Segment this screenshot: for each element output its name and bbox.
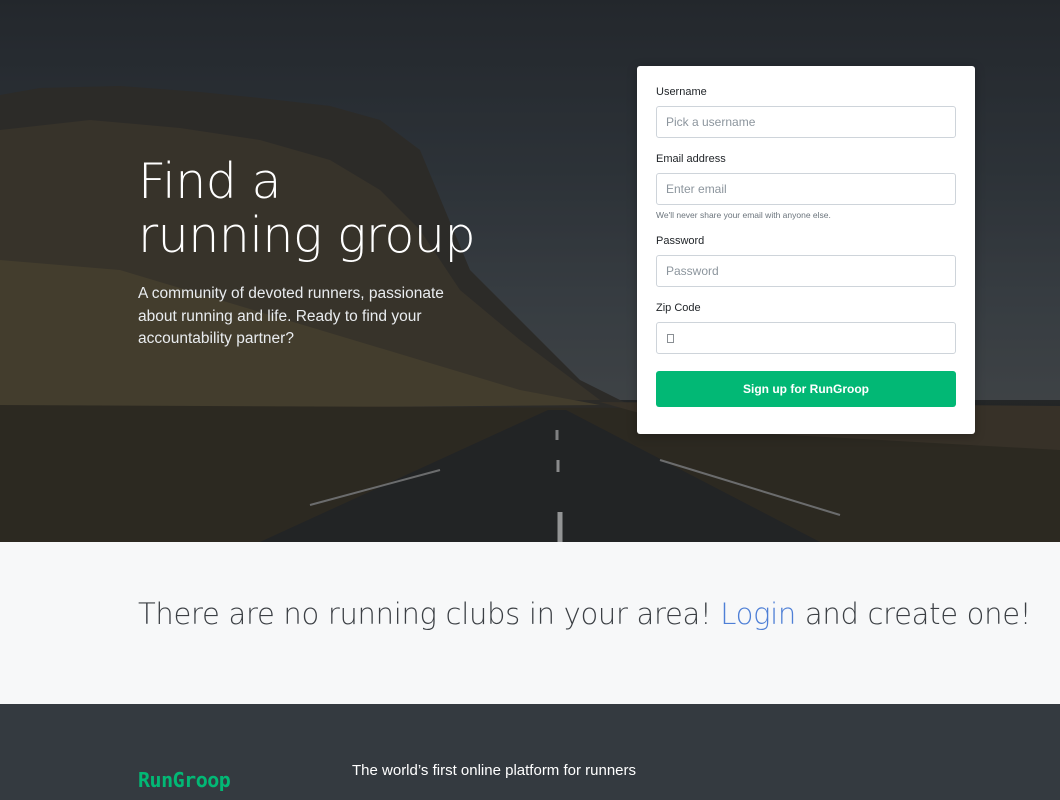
zip-code-input[interactable]	[656, 322, 956, 354]
empty-state-text-before: There are no running clubs in your area!	[138, 597, 721, 631]
footer-brand-logo[interactable]: RunGroop	[138, 768, 231, 792]
signup-form: Username Email address We'll never share…	[637, 66, 975, 434]
zip-label: Zip Code	[656, 302, 701, 314]
email-label: Email address	[656, 153, 726, 165]
missing-glyph-icon	[667, 334, 674, 343]
password-label: Password	[656, 235, 705, 247]
empty-state-message: There are no running clubs in your area!…	[138, 597, 1060, 631]
footer-tagline: The world’s first online platform for ru…	[352, 762, 637, 779]
password-input[interactable]	[656, 255, 956, 287]
footer: RunGroop The world’s first online platfo…	[0, 704, 1060, 800]
email-input[interactable]	[656, 173, 956, 205]
hero-text: Find a running group A community of devo…	[138, 155, 478, 351]
password-group: Password	[656, 235, 956, 287]
email-group: Email address We'll never share your ema…	[656, 153, 956, 220]
username-group: Username	[656, 86, 956, 138]
signup-button[interactable]: Sign up for RunGroop	[656, 371, 956, 407]
email-help-text: We'll never share your email with anyone…	[656, 210, 831, 220]
hero-section: Find a running group A community of devo…	[0, 0, 1060, 542]
empty-state-section: There are no running clubs in your area!…	[0, 542, 1060, 704]
empty-state-text-after: and create one!	[796, 597, 1032, 631]
login-link[interactable]: Login	[720, 597, 796, 631]
zip-group: Zip Code	[656, 302, 956, 354]
username-label: Username	[656, 86, 707, 98]
hero-title: Find a running group	[138, 153, 476, 264]
hero-lead: A community of devoted runners, passiona…	[138, 285, 444, 347]
username-input[interactable]	[656, 106, 956, 138]
